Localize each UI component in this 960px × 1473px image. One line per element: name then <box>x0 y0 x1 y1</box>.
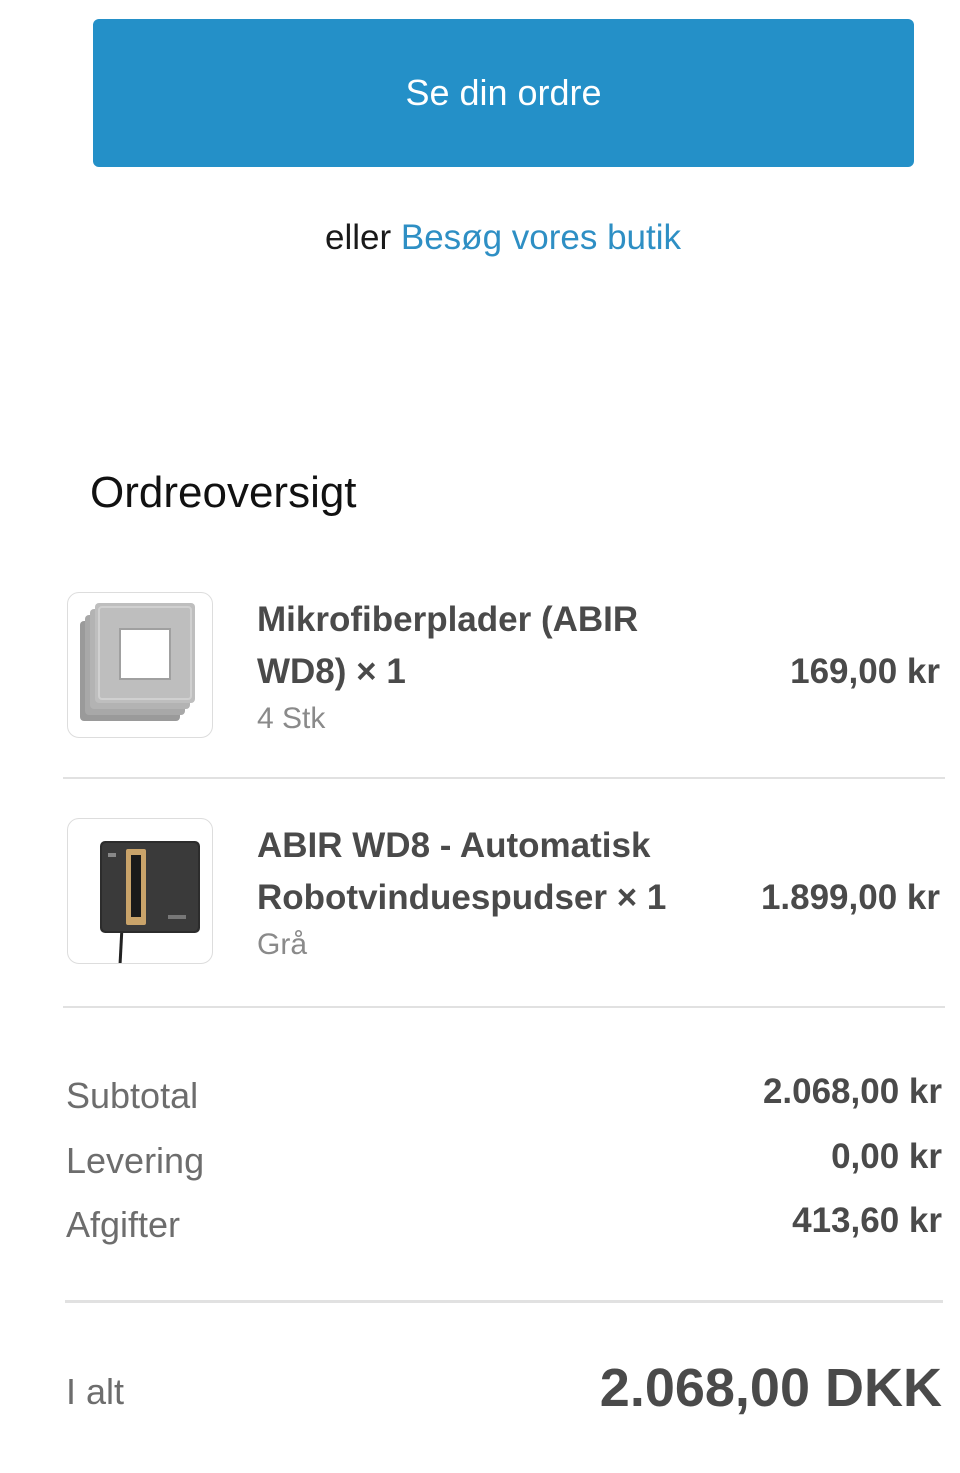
microfiber-pads-icon <box>80 603 195 721</box>
view-order-button[interactable]: Se din ordre <box>93 19 914 167</box>
divider <box>63 1006 945 1008</box>
subtotal-label: Subtotal <box>66 1075 199 1116</box>
alternative-prefix: eller <box>325 218 401 257</box>
item-name-line: WD8) × 1 <box>257 652 406 691</box>
item-name-line: ABIR WD8 - Automatisk <box>257 826 651 865</box>
taxes-value: 413,60 kr <box>792 1201 942 1240</box>
window-robot-image <box>67 818 213 964</box>
total-value: 2.068,00 DKK <box>599 1358 942 1418</box>
item-variant: 4 Stk <box>257 702 326 735</box>
item-variant: Grå <box>257 928 308 961</box>
subtotal-value: 2.068,00 kr <box>762 1072 942 1111</box>
item-name: ABIR WD8 - Automatisk Robotvinduespudser… <box>257 820 666 924</box>
divider <box>63 777 945 779</box>
alternative-action: eller Besøg vores butik <box>0 218 960 258</box>
item-name: Mikrofiberplader (ABIR WD8) × 1 <box>257 594 638 698</box>
item-price: 169,00 kr <box>790 652 940 691</box>
visit-store-link[interactable]: Besøg vores butik <box>401 218 681 257</box>
item-name-line: Robotvinduespudser × 1 <box>257 878 667 917</box>
divider <box>65 1300 943 1303</box>
order-summary-title: Ordreoversigt <box>90 468 357 517</box>
taxes-label: Afgifter <box>66 1204 181 1245</box>
microfiber-pads-image <box>67 592 213 738</box>
total-label: I alt <box>66 1371 125 1412</box>
shipping-value: 0,00 kr <box>831 1137 942 1176</box>
window-robot-icon <box>100 841 200 963</box>
shipping-label: Levering <box>66 1140 205 1181</box>
view-order-button-label: Se din ordre <box>405 72 602 113</box>
item-price: 1.899,00 kr <box>760 878 940 917</box>
item-name-line: Mikrofiberplader (ABIR <box>257 600 639 639</box>
